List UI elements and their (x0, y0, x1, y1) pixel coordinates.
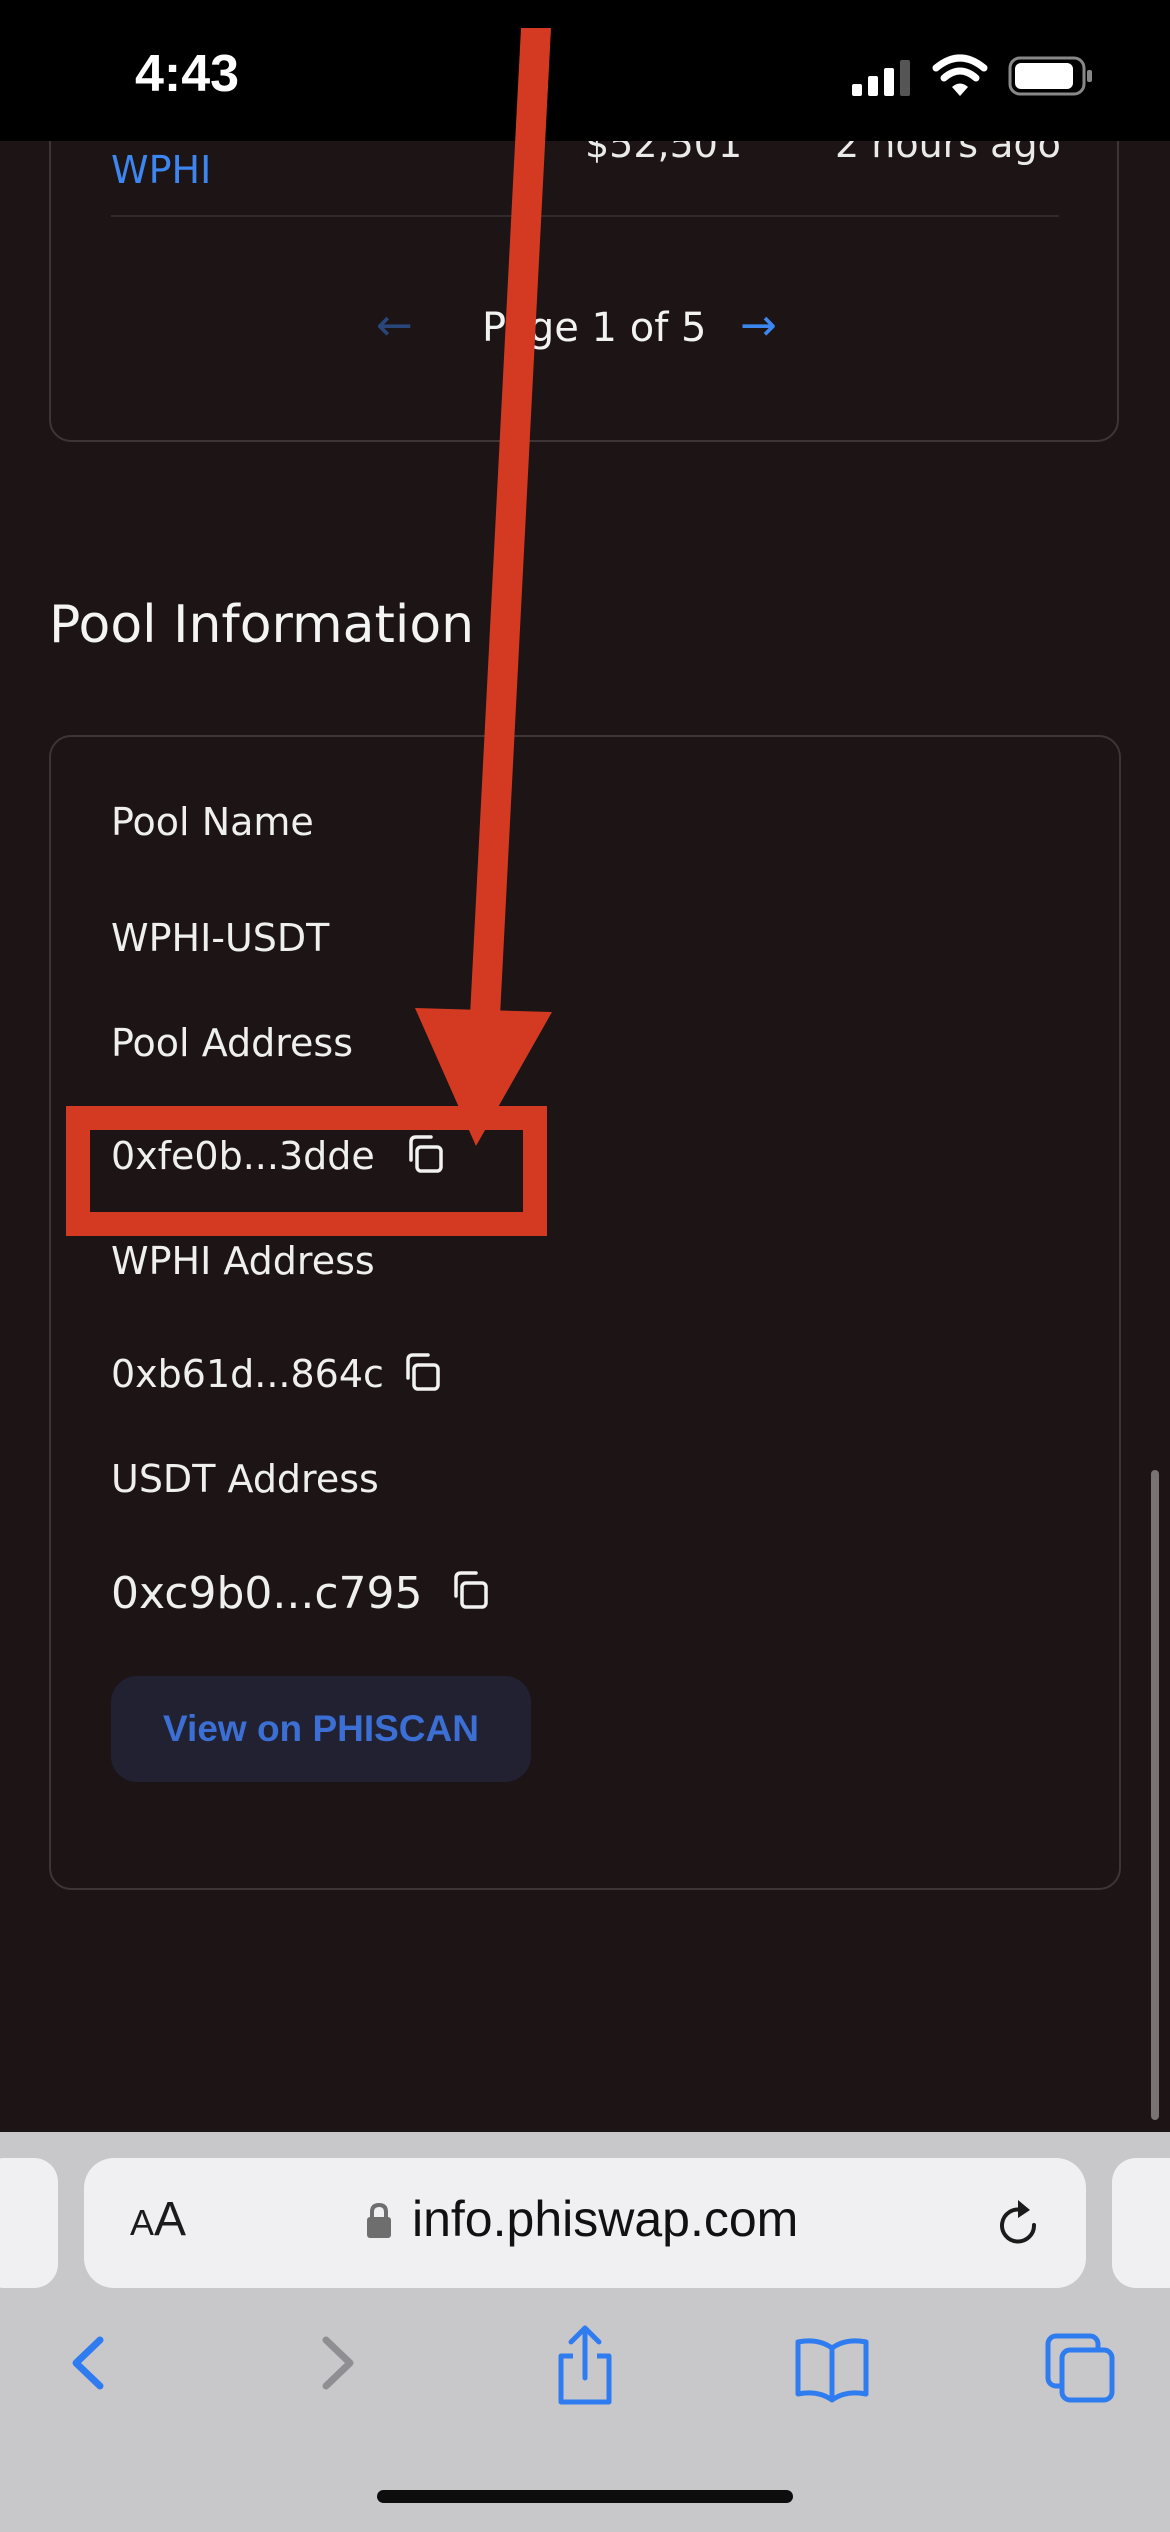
next-tab-preview[interactable] (1112, 2158, 1170, 2288)
wifi-icon (932, 54, 988, 96)
copy-icon[interactable] (402, 1352, 442, 1392)
next-page-button[interactable]: → (740, 300, 777, 351)
annotation-highlight-box (66, 1106, 547, 1236)
pagination-label: Page 1 of 5 (482, 305, 707, 351)
back-icon[interactable] (48, 2318, 128, 2408)
signal-icon (852, 60, 910, 96)
pool-name-label: Pool Name (111, 800, 314, 844)
url-text[interactable]: info.phiswap.com (412, 2190, 798, 2248)
share-icon[interactable] (545, 2318, 625, 2408)
aa-small-letter: A (130, 2202, 155, 2243)
forward-icon[interactable] (298, 2318, 378, 2408)
copy-icon[interactable] (450, 1570, 490, 1610)
pool-address-label: Pool Address (111, 1021, 354, 1065)
tx-token-link[interactable]: WPHI (111, 148, 211, 192)
bookmarks-icon[interactable] (792, 2318, 872, 2408)
pool-name-value: WPHI-USDT (111, 916, 330, 960)
reader-settings-button[interactable]: AA (130, 2192, 186, 2247)
section-title: Pool Information (49, 595, 475, 655)
home-indicator (377, 2490, 793, 2503)
prev-page-button[interactable]: ← (376, 300, 413, 351)
view-on-phiscan-button[interactable]: View on PHISCAN (111, 1676, 531, 1782)
wphi-address-label: WPHI Address (111, 1239, 375, 1283)
scrollbar[interactable] (1151, 1470, 1159, 2120)
lock-icon (367, 2202, 391, 2238)
usdt-address-value: 0xc9b0...c795 (111, 1568, 423, 1619)
reload-icon[interactable] (996, 2198, 1042, 2248)
tabs-icon[interactable] (1040, 2318, 1120, 2408)
battery-icon (1008, 56, 1092, 96)
aa-large-letter: A (154, 2193, 187, 2246)
wphi-address-value: 0xb61d...864c (111, 1352, 384, 1396)
status-time: 4:43 (135, 45, 240, 103)
previous-tab-preview[interactable] (0, 2158, 58, 2288)
usdt-address-label: USDT Address (111, 1457, 379, 1501)
row-divider (111, 215, 1059, 217)
